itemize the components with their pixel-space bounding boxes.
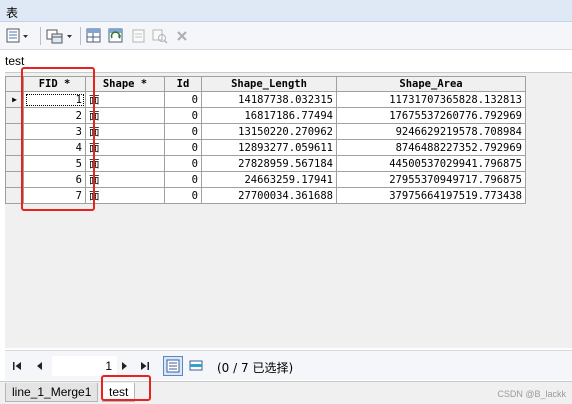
show-all-records-icon xyxy=(166,359,180,373)
column-header-shape[interactable]: Shape * xyxy=(85,76,165,92)
delete-selected-button[interactable] xyxy=(175,27,189,45)
first-record-icon xyxy=(13,362,21,370)
cell-shape[interactable]: 面 xyxy=(85,155,165,172)
previous-record-icon xyxy=(37,362,42,370)
fid-column-highlight xyxy=(21,67,95,211)
related-tables-icon xyxy=(46,29,72,44)
cell-id[interactable]: 0 xyxy=(164,155,202,172)
cell-shape[interactable]: 面 xyxy=(85,91,165,108)
cell-shape-area[interactable]: 9246629219578.708984 xyxy=(336,123,526,140)
cell-shape[interactable]: 面 xyxy=(85,123,165,140)
cell-shape-area[interactable]: 27955370949717.796875 xyxy=(336,171,526,188)
zoom-to-selected-icon xyxy=(152,29,168,44)
watermark: CSDN @B_lackk xyxy=(497,389,566,399)
cell-id[interactable]: 0 xyxy=(164,107,202,124)
cell-shape-length[interactable]: 12893277.059611 xyxy=(201,139,337,156)
cell-id[interactable]: 0 xyxy=(164,139,202,156)
toolbar-separator xyxy=(80,27,81,45)
cell-id[interactable]: 0 xyxy=(164,187,202,204)
cell-shape[interactable]: 面 xyxy=(85,107,165,124)
switch-selection-button[interactable] xyxy=(108,27,126,45)
next-record-button[interactable] xyxy=(117,359,131,373)
cell-shape-length[interactable]: 24663259.17941 xyxy=(201,171,337,188)
zoom-to-selected-button[interactable] xyxy=(152,27,168,45)
cell-id[interactable]: 0 xyxy=(164,91,202,108)
table-tabs: line_1_Merge1 test CSDN @B_lackk xyxy=(0,381,572,404)
window-titlebar: 表 xyxy=(0,0,572,22)
first-record-button[interactable] xyxy=(11,359,25,373)
cell-shape-area[interactable]: 37975664197519.773438 xyxy=(336,187,526,204)
delete-icon xyxy=(177,31,187,41)
cell-shape-length[interactable]: 14187738.032315 xyxy=(201,91,337,108)
switch-selection-icon xyxy=(108,28,123,43)
cell-shape[interactable]: 面 xyxy=(85,139,165,156)
toolbar-separator xyxy=(40,27,41,45)
last-record-button[interactable] xyxy=(137,359,151,373)
window-title: 表 xyxy=(6,6,19,20)
cell-id[interactable]: 0 xyxy=(164,123,202,140)
clear-selection-button[interactable] xyxy=(131,27,147,45)
column-header-shape-area[interactable]: Shape_Area xyxy=(336,76,526,92)
select-by-attributes-icon xyxy=(86,28,101,43)
selection-status: (0 / 7 已选择) xyxy=(217,361,294,375)
related-tables-button[interactable] xyxy=(46,27,74,45)
select-by-attributes-button[interactable] xyxy=(86,27,104,45)
tab-line-1-merge1[interactable]: line_1_Merge1 xyxy=(5,383,99,402)
last-record-icon xyxy=(141,362,149,370)
clear-selection-icon xyxy=(132,29,145,43)
table-toolbar xyxy=(0,22,572,50)
record-navigation-bar: 1 (0 / 7 已选择) xyxy=(5,350,572,380)
cell-shape-area[interactable]: 17675537260776.792969 xyxy=(336,107,526,124)
cell-shape-length[interactable]: 13150220.270962 xyxy=(201,123,337,140)
next-record-icon xyxy=(122,362,127,370)
table-options-icon xyxy=(6,28,28,43)
table-name: test xyxy=(5,54,25,68)
previous-record-button[interactable] xyxy=(33,359,47,373)
cell-shape-area[interactable]: 11731707365828.132813 xyxy=(336,91,526,108)
show-all-records-button[interactable] xyxy=(163,356,183,376)
show-selected-records-button[interactable] xyxy=(186,356,206,376)
cell-shape[interactable]: 面 xyxy=(85,187,165,204)
cell-shape-length[interactable]: 27700034.361688 xyxy=(201,187,337,204)
cell-shape-area[interactable]: 44500537029941.796875 xyxy=(336,155,526,172)
cell-shape[interactable]: 面 xyxy=(85,171,165,188)
cell-shape-length[interactable]: 27828959.567184 xyxy=(201,155,337,172)
cell-shape-length[interactable]: 16817186.77494 xyxy=(201,107,337,124)
table-options-button[interactable] xyxy=(6,27,30,45)
show-selected-records-icon xyxy=(189,360,203,371)
cell-shape-area[interactable]: 8746488227352.792969 xyxy=(336,139,526,156)
current-record-input[interactable]: 1 xyxy=(52,356,117,376)
column-header-shape-length[interactable]: Shape_Length xyxy=(201,76,337,92)
test-tab-highlight xyxy=(101,375,151,401)
cell-id[interactable]: 0 xyxy=(164,171,202,188)
column-header-id[interactable]: Id xyxy=(164,76,202,92)
